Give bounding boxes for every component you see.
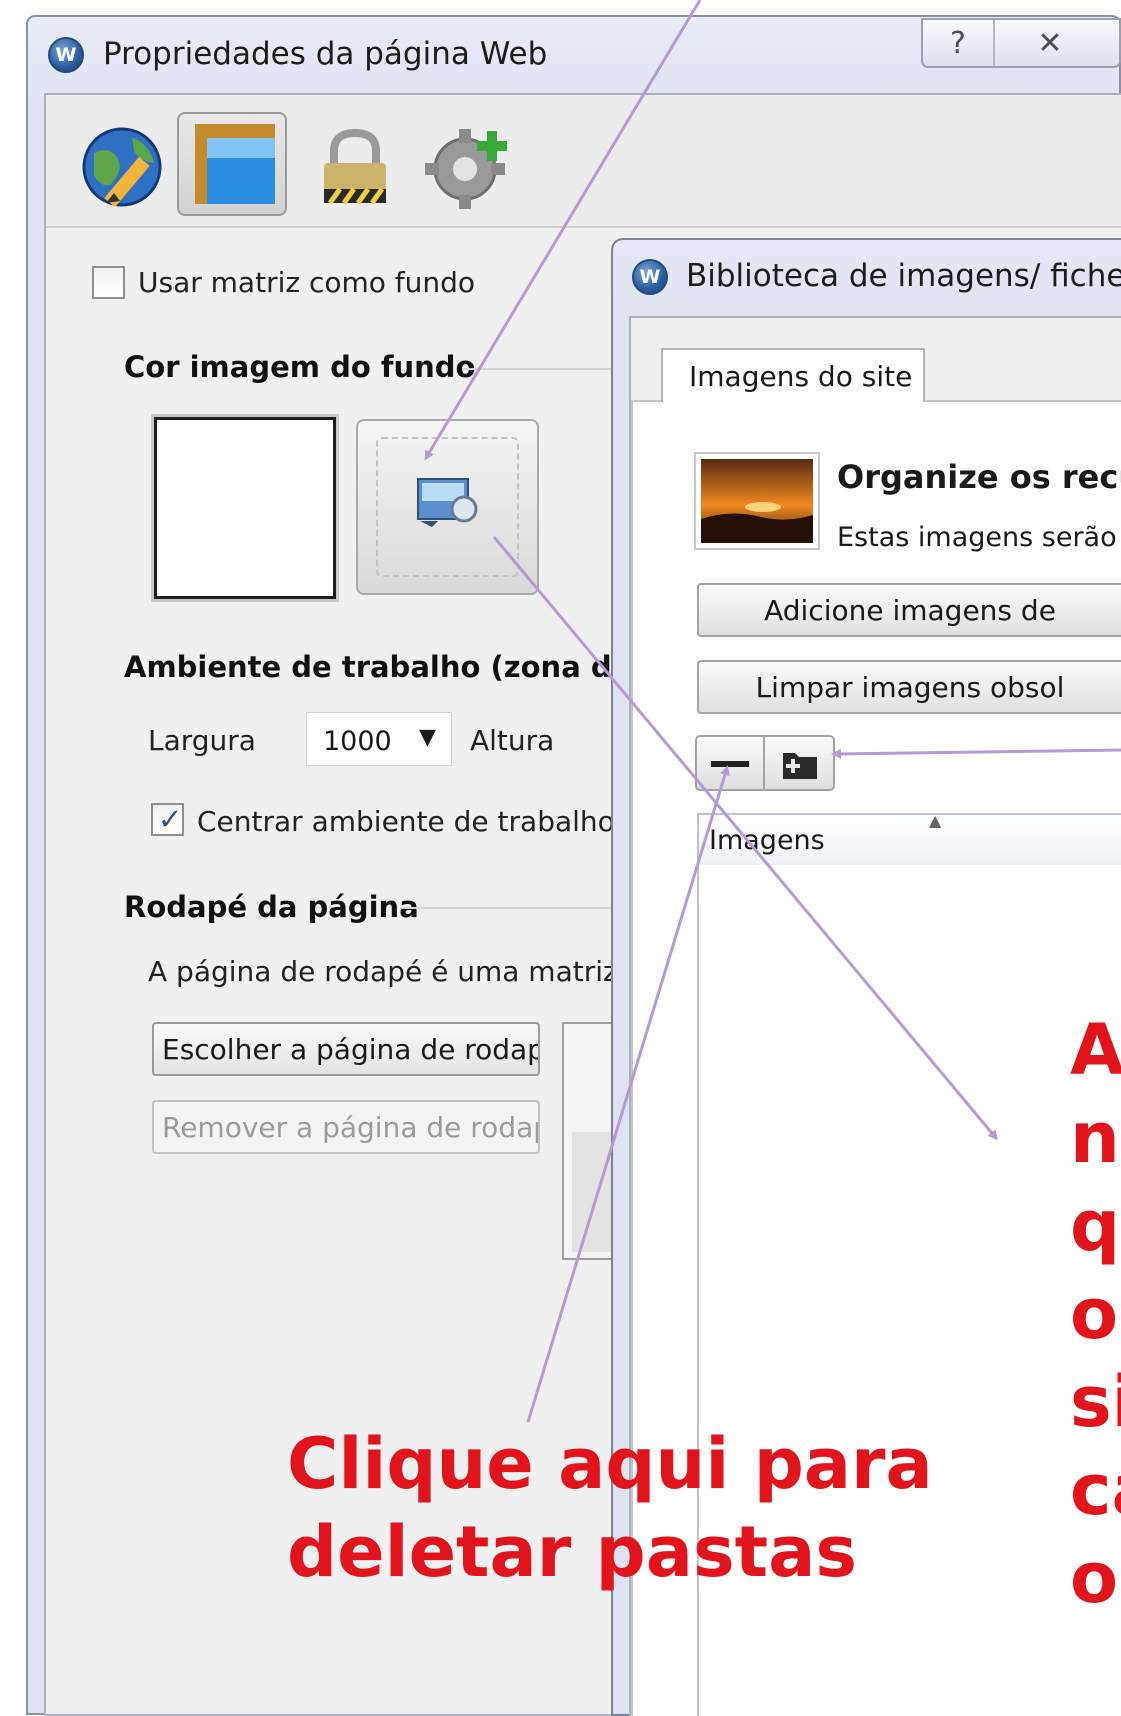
annotation-letter: si — [1070, 1361, 1121, 1443]
annotation-letter: o — [1070, 1273, 1119, 1355]
arrow-to-delete-folder — [526, 765, 730, 1423]
delete-folder-annotation: Clique aqui para deletar pastas — [287, 1420, 933, 1596]
annotation-letter: ca — [1070, 1449, 1121, 1531]
annotation-line: Clique aqui para — [287, 1423, 933, 1505]
annotation-letter: n — [1070, 1097, 1120, 1179]
arrow-to-image-list — [492, 536, 998, 1141]
annotation-letter: o — [1070, 1537, 1119, 1619]
side-annotation: A n q o si ca o — [1070, 1006, 1121, 1622]
arrow-to-image-button — [424, 0, 702, 461]
annotation-line: deletar pastas — [287, 1511, 858, 1593]
annotation-letter: q — [1070, 1185, 1121, 1267]
annotation-letter: A — [1070, 1009, 1121, 1091]
arrow-to-new-folder — [831, 748, 1121, 759]
annotation-arrow-lines — [424, 0, 1121, 1423]
